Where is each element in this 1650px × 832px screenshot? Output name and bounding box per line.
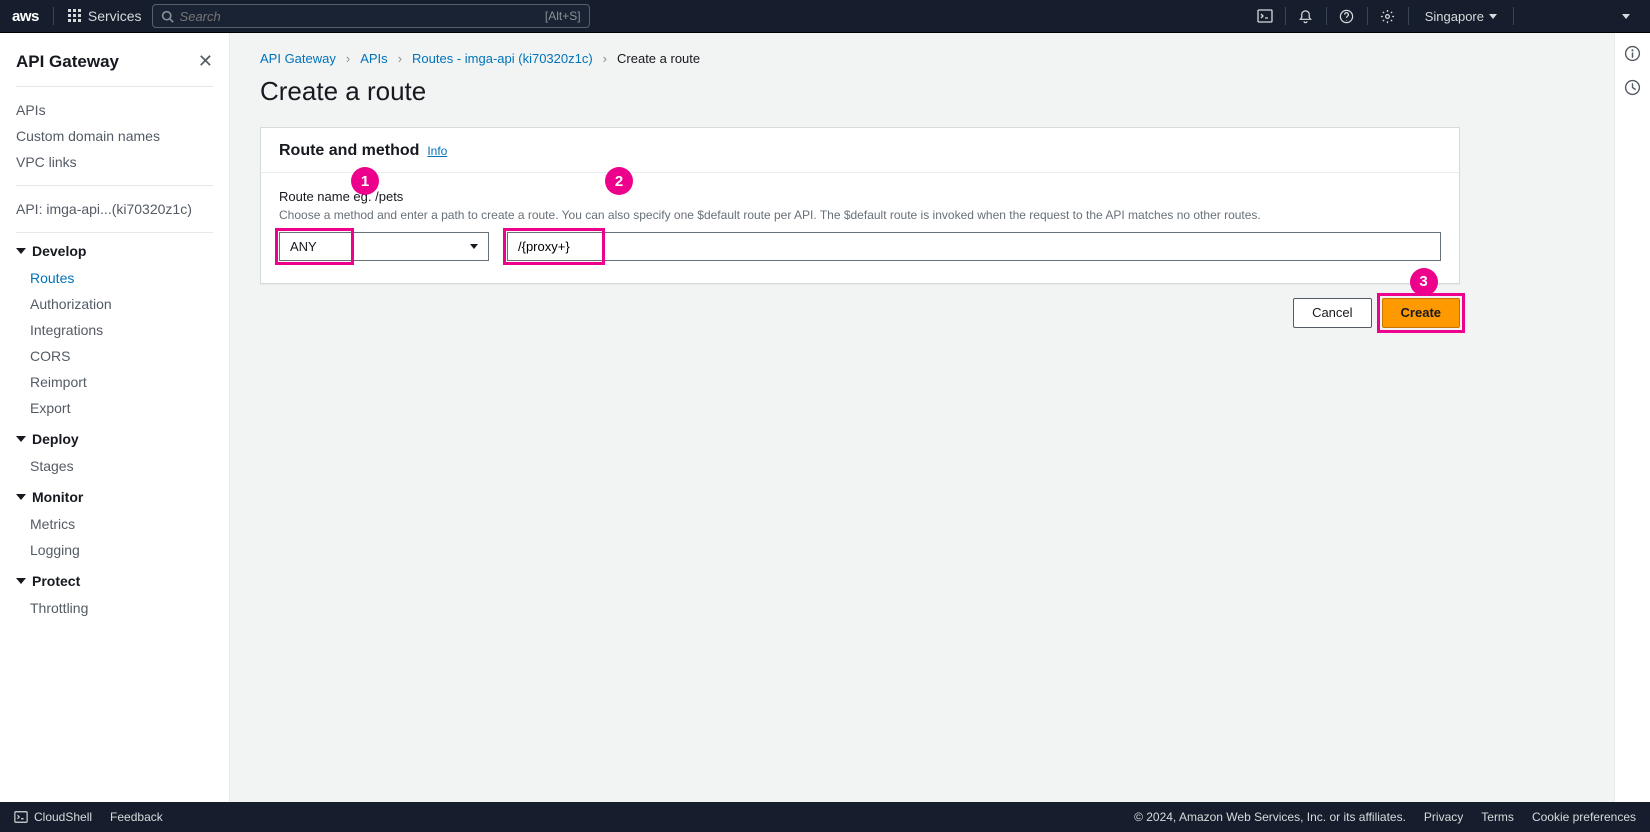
help-icon[interactable] [1331,0,1363,33]
cloudshell-link[interactable]: CloudShell [14,810,92,824]
sidebar-item-throttling[interactable]: Throttling [30,595,213,621]
main-content: API Gateway › APIs › Routes - imga-api (… [230,33,1614,802]
global-search[interactable]: [Alt+S] [152,4,590,28]
sidebar-group-deploy[interactable]: Deploy [16,431,213,447]
sidebar-group-monitor[interactable]: Monitor [16,489,213,505]
divider [53,7,54,25]
sidebar-item-authorization[interactable]: Authorization [30,291,213,317]
route-path-input[interactable] [507,232,1441,261]
cancel-button[interactable]: Cancel [1293,298,1371,328]
sidebar-item-apis[interactable]: APIs [16,97,213,123]
privacy-link[interactable]: Privacy [1424,810,1463,824]
notifications-icon[interactable] [1290,0,1322,33]
crumb-current: Create a route [617,51,700,66]
sidebar-item-logging[interactable]: Logging [30,537,213,563]
region-label: Singapore [1425,9,1484,24]
divider [1513,7,1514,25]
caret-down-icon [16,436,26,442]
divider [1408,7,1409,25]
search-input[interactable] [174,9,545,24]
page-title: Create a route [260,76,1460,107]
caret-down-icon [16,578,26,584]
route-name-label: Route name eg. /pets [279,189,1441,204]
group-label: Protect [32,573,80,589]
account-menu[interactable] [1518,14,1638,19]
route-panel: Route and method Info Route name eg. /pe… [260,127,1460,284]
sidebar-item-export[interactable]: Export [30,395,213,421]
chevron-down-icon [1489,14,1497,19]
right-utility-bar [1614,33,1650,802]
sidebar-group-develop[interactable]: Develop [16,243,213,259]
sidebar-item-integrations[interactable]: Integrations [30,317,213,343]
copyright: © 2024, Amazon Web Services, Inc. or its… [1134,810,1406,824]
method-select[interactable]: ANY [279,232,489,261]
aws-logo[interactable]: aws [12,8,39,25]
services-menu[interactable]: Services [68,8,142,24]
settings-gear-icon[interactable] [1372,0,1404,33]
sidebar-item-custom-domain-names[interactable]: Custom domain names [16,123,213,149]
crumb-routes[interactable]: Routes - imga-api (ki70320z1c) [412,51,593,66]
sidebar-item-routes[interactable]: Routes [30,265,213,291]
search-icon [161,10,174,23]
group-label: Develop [32,243,86,259]
chevron-down-icon [470,244,478,249]
close-sidebar-icon[interactable]: ✕ [198,51,213,72]
info-link[interactable]: Info [427,144,447,158]
crumb-apis[interactable]: APIs [360,51,387,66]
sidebar-api-context[interactable]: API: imga-api...(ki70320z1c) [16,196,213,222]
group-label: Deploy [32,431,79,447]
chevron-right-icon: › [346,51,350,66]
chevron-down-icon [1622,14,1630,19]
services-grid-icon [68,9,82,23]
method-value: ANY [290,239,317,254]
divider [1326,7,1327,25]
chevron-right-icon: › [398,51,402,66]
cloudshell-icon[interactable] [1249,0,1281,33]
cloudshell-label: CloudShell [34,810,92,824]
panel-title: Route and method [279,142,419,159]
sidebar-title: API Gateway [16,52,119,72]
sidebar-item-reimport[interactable]: Reimport [30,369,213,395]
caret-down-icon [16,248,26,254]
chevron-right-icon: › [603,51,607,66]
divider [1367,7,1368,25]
sidebar-item-metrics[interactable]: Metrics [30,511,213,537]
sidebar-item-cors[interactable]: CORS [30,343,213,369]
caret-down-icon [16,494,26,500]
cookies-link[interactable]: Cookie preferences [1532,810,1636,824]
region-selector[interactable]: Singapore [1413,9,1509,24]
divider [1285,7,1286,25]
clock-history-icon[interactable] [1624,79,1641,99]
breadcrumb: API Gateway › APIs › Routes - imga-api (… [260,51,1460,66]
route-name-desc: Choose a method and enter a path to crea… [279,207,1441,224]
info-circle-icon[interactable] [1624,45,1641,65]
crumb-api-gateway[interactable]: API Gateway [260,51,336,66]
search-shortcut: [Alt+S] [545,9,581,23]
feedback-link[interactable]: Feedback [110,810,163,824]
sidebar-group-protect[interactable]: Protect [16,573,213,589]
footer-bar: CloudShell Feedback © 2024, Amazon Web S… [0,802,1650,832]
sidebar-item-stages[interactable]: Stages [30,453,213,479]
terms-link[interactable]: Terms [1481,810,1514,824]
create-button[interactable]: Create [1382,298,1460,328]
top-nav: aws Services [Alt+S] Singapore [0,0,1650,33]
sidebar-item-vpc-links[interactable]: VPC links [16,149,213,175]
service-sidebar: API Gateway ✕ APIs Custom domain names V… [0,33,230,802]
services-label: Services [88,8,142,24]
group-label: Monitor [32,489,83,505]
